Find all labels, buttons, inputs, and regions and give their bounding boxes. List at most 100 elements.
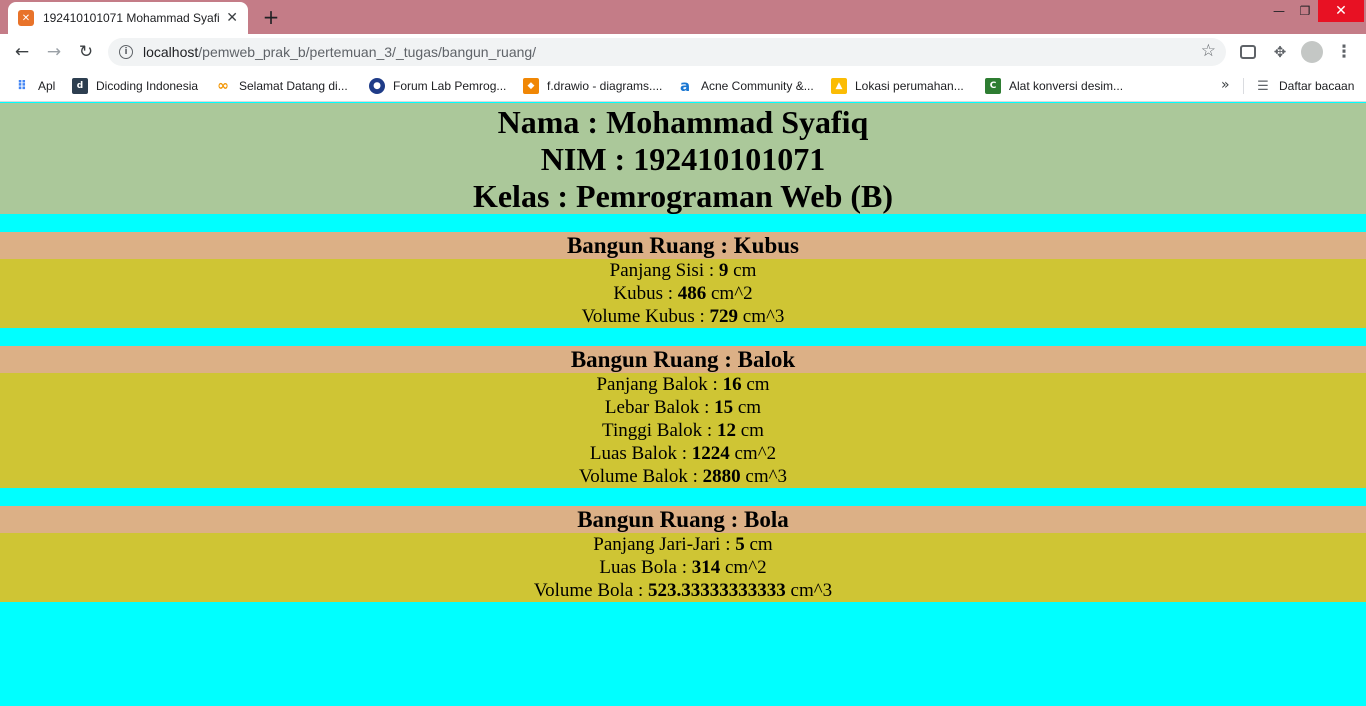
tab-title: 192410101071 Mohammad Syafiq <box>42 11 221 25</box>
balok-row: Panjang Balok : 16 cm <box>0 373 1366 396</box>
bookmark-alat-konversi[interactable]: C Alat konversi desim... <box>985 77 1123 95</box>
profile-avatar-icon[interactable] <box>1299 39 1325 65</box>
bookmark-apl[interactable]: ⠿ Apl <box>14 77 55 95</box>
bookmark-lokasi[interactable]: ▲ Lokasi perumahan... <box>831 77 964 95</box>
dicoding-icon: d <box>72 78 88 94</box>
kubus-title: Bangun Ruang : Kubus <box>0 232 1366 259</box>
acne-icon: a <box>679 77 691 95</box>
row-label: Volume Kubus : <box>581 306 710 327</box>
row-value: 2880 <box>702 466 741 487</box>
row-unit: cm^2 <box>720 557 767 578</box>
balok-body: Panjang Balok : 16 cm Lebar Balok : 15 c… <box>0 373 1366 488</box>
page-content: Nama : Mohammad Syafiq NIM : 19241010107… <box>0 103 1366 706</box>
balok-row: Lebar Balok : 15 cm <box>0 396 1366 419</box>
bola-row: Luas Bola : 314 cm^2 <box>0 556 1366 579</box>
browser-toolbar: ← → ↻ i localhost/pemweb_prak_b/pertemua… <box>0 34 1366 70</box>
row-value: 12 <box>716 420 736 441</box>
xampp-favicon-icon: ✕ <box>18 10 34 26</box>
row-unit: cm^3 <box>740 466 788 487</box>
row-unit: cm <box>744 534 773 555</box>
bookmark-label: Dicoding Indonesia <box>96 79 199 93</box>
balok-title: Bangun Ruang : Balok <box>0 346 1366 373</box>
row-unit: cm^3 <box>785 580 833 601</box>
reading-list-button[interactable]: ☰ Daftar bacaan <box>1255 77 1354 95</box>
row-label: Volume Bola : <box>533 580 649 601</box>
row-value: 9 <box>718 260 729 281</box>
converter-icon: C <box>985 78 1001 94</box>
bookmark-acne[interactable]: a Acne Community &... <box>677 77 814 95</box>
row-label: Panjang Balok : <box>596 374 723 395</box>
bookmark-label: Lokasi perumahan... <box>855 79 964 93</box>
row-label: Tinggi Balok : <box>602 420 717 441</box>
student-nim: NIM : 192410101071 <box>540 141 826 177</box>
row-value: 5 <box>735 534 745 555</box>
reading-mode-icon[interactable] <box>1235 39 1261 65</box>
forward-arrow-icon[interactable]: → <box>41 39 67 65</box>
new-tab-icon[interactable]: + <box>258 4 284 30</box>
browser-titlebar: ✕ 192410101071 Mohammad Syafiq ✕ + — ❐ ✕ <box>0 0 1366 34</box>
maps-icon: ▲ <box>831 78 847 94</box>
row-label: Kubus : <box>613 283 678 304</box>
bookmark-star-icon[interactable]: ☆ <box>1201 41 1216 61</box>
bookmark-label: Alat konversi desim... <box>1009 79 1124 93</box>
bookmarks-divider <box>1243 78 1244 94</box>
address-bar[interactable]: i localhost/pemweb_prak_b/pertemuan_3/_t… <box>108 38 1226 66</box>
back-arrow-icon[interactable]: ← <box>9 39 35 65</box>
bookmark-label: Forum Lab Pemrog... <box>393 79 507 93</box>
menu-kebab-icon[interactable]: ⋮ <box>1331 39 1357 65</box>
bookmark-label: f.drawio - diagrams.... <box>547 79 663 93</box>
bola-row: Volume Bola : 523.33333333333 cm^3 <box>0 579 1366 602</box>
url-path: /pemweb_prak_b/pertemuan_3/_tugas/bangun… <box>198 44 537 60</box>
kubus-body: Panjang Sisi : 9 cm Kubus : 486 cm^2 Vol… <box>0 259 1366 328</box>
balok-row: Luas Balok : 1224 cm^2 <box>0 442 1366 465</box>
row-unit: cm^2 <box>729 443 777 464</box>
bola-row: Panjang Jari-Jari : 5 cm <box>0 533 1366 556</box>
row-value: 523.33333333333 <box>648 580 786 601</box>
row-label: Panjang Sisi : <box>609 260 719 281</box>
bookmarks-bar: ⠿ Apl d Dicoding Indonesia ∞ Selamat Dat… <box>0 70 1366 102</box>
url-host: localhost <box>143 44 199 60</box>
bookmark-forum-lab[interactable]: ● Forum Lab Pemrog... <box>369 77 506 95</box>
row-value: 314 <box>691 557 721 578</box>
reload-icon[interactable]: ↻ <box>73 39 99 65</box>
row-label: Luas Balok : <box>589 443 692 464</box>
row-label: Panjang Jari-Jari : <box>593 534 736 555</box>
bookmark-label: Acne Community &... <box>701 79 814 93</box>
tab-close-icon[interactable]: ✕ <box>226 10 238 26</box>
row-value: 729 <box>709 306 739 327</box>
kubus-row: Volume Kubus : 729 cm^3 <box>0 305 1366 328</box>
more-bookmarks-chevron-icon[interactable]: » <box>1221 77 1230 93</box>
window-close-icon[interactable]: ✕ <box>1318 0 1364 22</box>
row-unit: cm^2 <box>706 283 753 304</box>
bookmark-label: Apl <box>38 79 56 93</box>
url-text: localhost/pemweb_prak_b/pertemuan_3/_tug… <box>143 44 536 60</box>
info-icon[interactable]: i <box>119 45 133 59</box>
balok-row: Volume Balok : 2880 cm^3 <box>0 465 1366 488</box>
student-class: Kelas : Pemrograman Web (B) <box>472 178 894 214</box>
kubus-row: Kubus : 486 cm^2 <box>0 282 1366 305</box>
forum-logo-icon: ● <box>369 78 385 94</box>
student-header: Nama : Mohammad Syafiq NIM : 19241010107… <box>0 103 1366 214</box>
bookmark-label: Selamat Datang di... <box>239 79 348 93</box>
row-unit: cm <box>735 420 764 441</box>
bookmark-drawio[interactable]: ◆ f.drawio - diagrams.... <box>523 77 662 95</box>
reading-list-icon: ☰ <box>1257 78 1269 94</box>
drawio-icon: ◆ <box>523 78 539 94</box>
row-value: 1224 <box>691 443 730 464</box>
row-unit: cm <box>733 397 762 418</box>
student-name: Nama : Mohammad Syafiq <box>497 104 869 140</box>
reading-list-label: Daftar bacaan <box>1279 79 1355 93</box>
row-value: 16 <box>722 374 742 395</box>
extensions-puzzle-icon[interactable]: ✥ <box>1267 39 1293 65</box>
row-unit: cm <box>728 260 757 281</box>
bookmark-dicoding[interactable]: d Dicoding Indonesia <box>72 77 198 95</box>
restore-icon[interactable]: ❐ <box>1290 0 1320 22</box>
browser-tab[interactable]: ✕ 192410101071 Mohammad Syafiq ✕ <box>8 2 248 34</box>
bookmark-selamat-datang[interactable]: ∞ Selamat Datang di... <box>215 77 348 95</box>
infinity-icon: ∞ <box>217 78 229 94</box>
kubus-row: Panjang Sisi : 9 cm <box>0 259 1366 282</box>
bola-title: Bangun Ruang : Bola <box>0 506 1366 533</box>
